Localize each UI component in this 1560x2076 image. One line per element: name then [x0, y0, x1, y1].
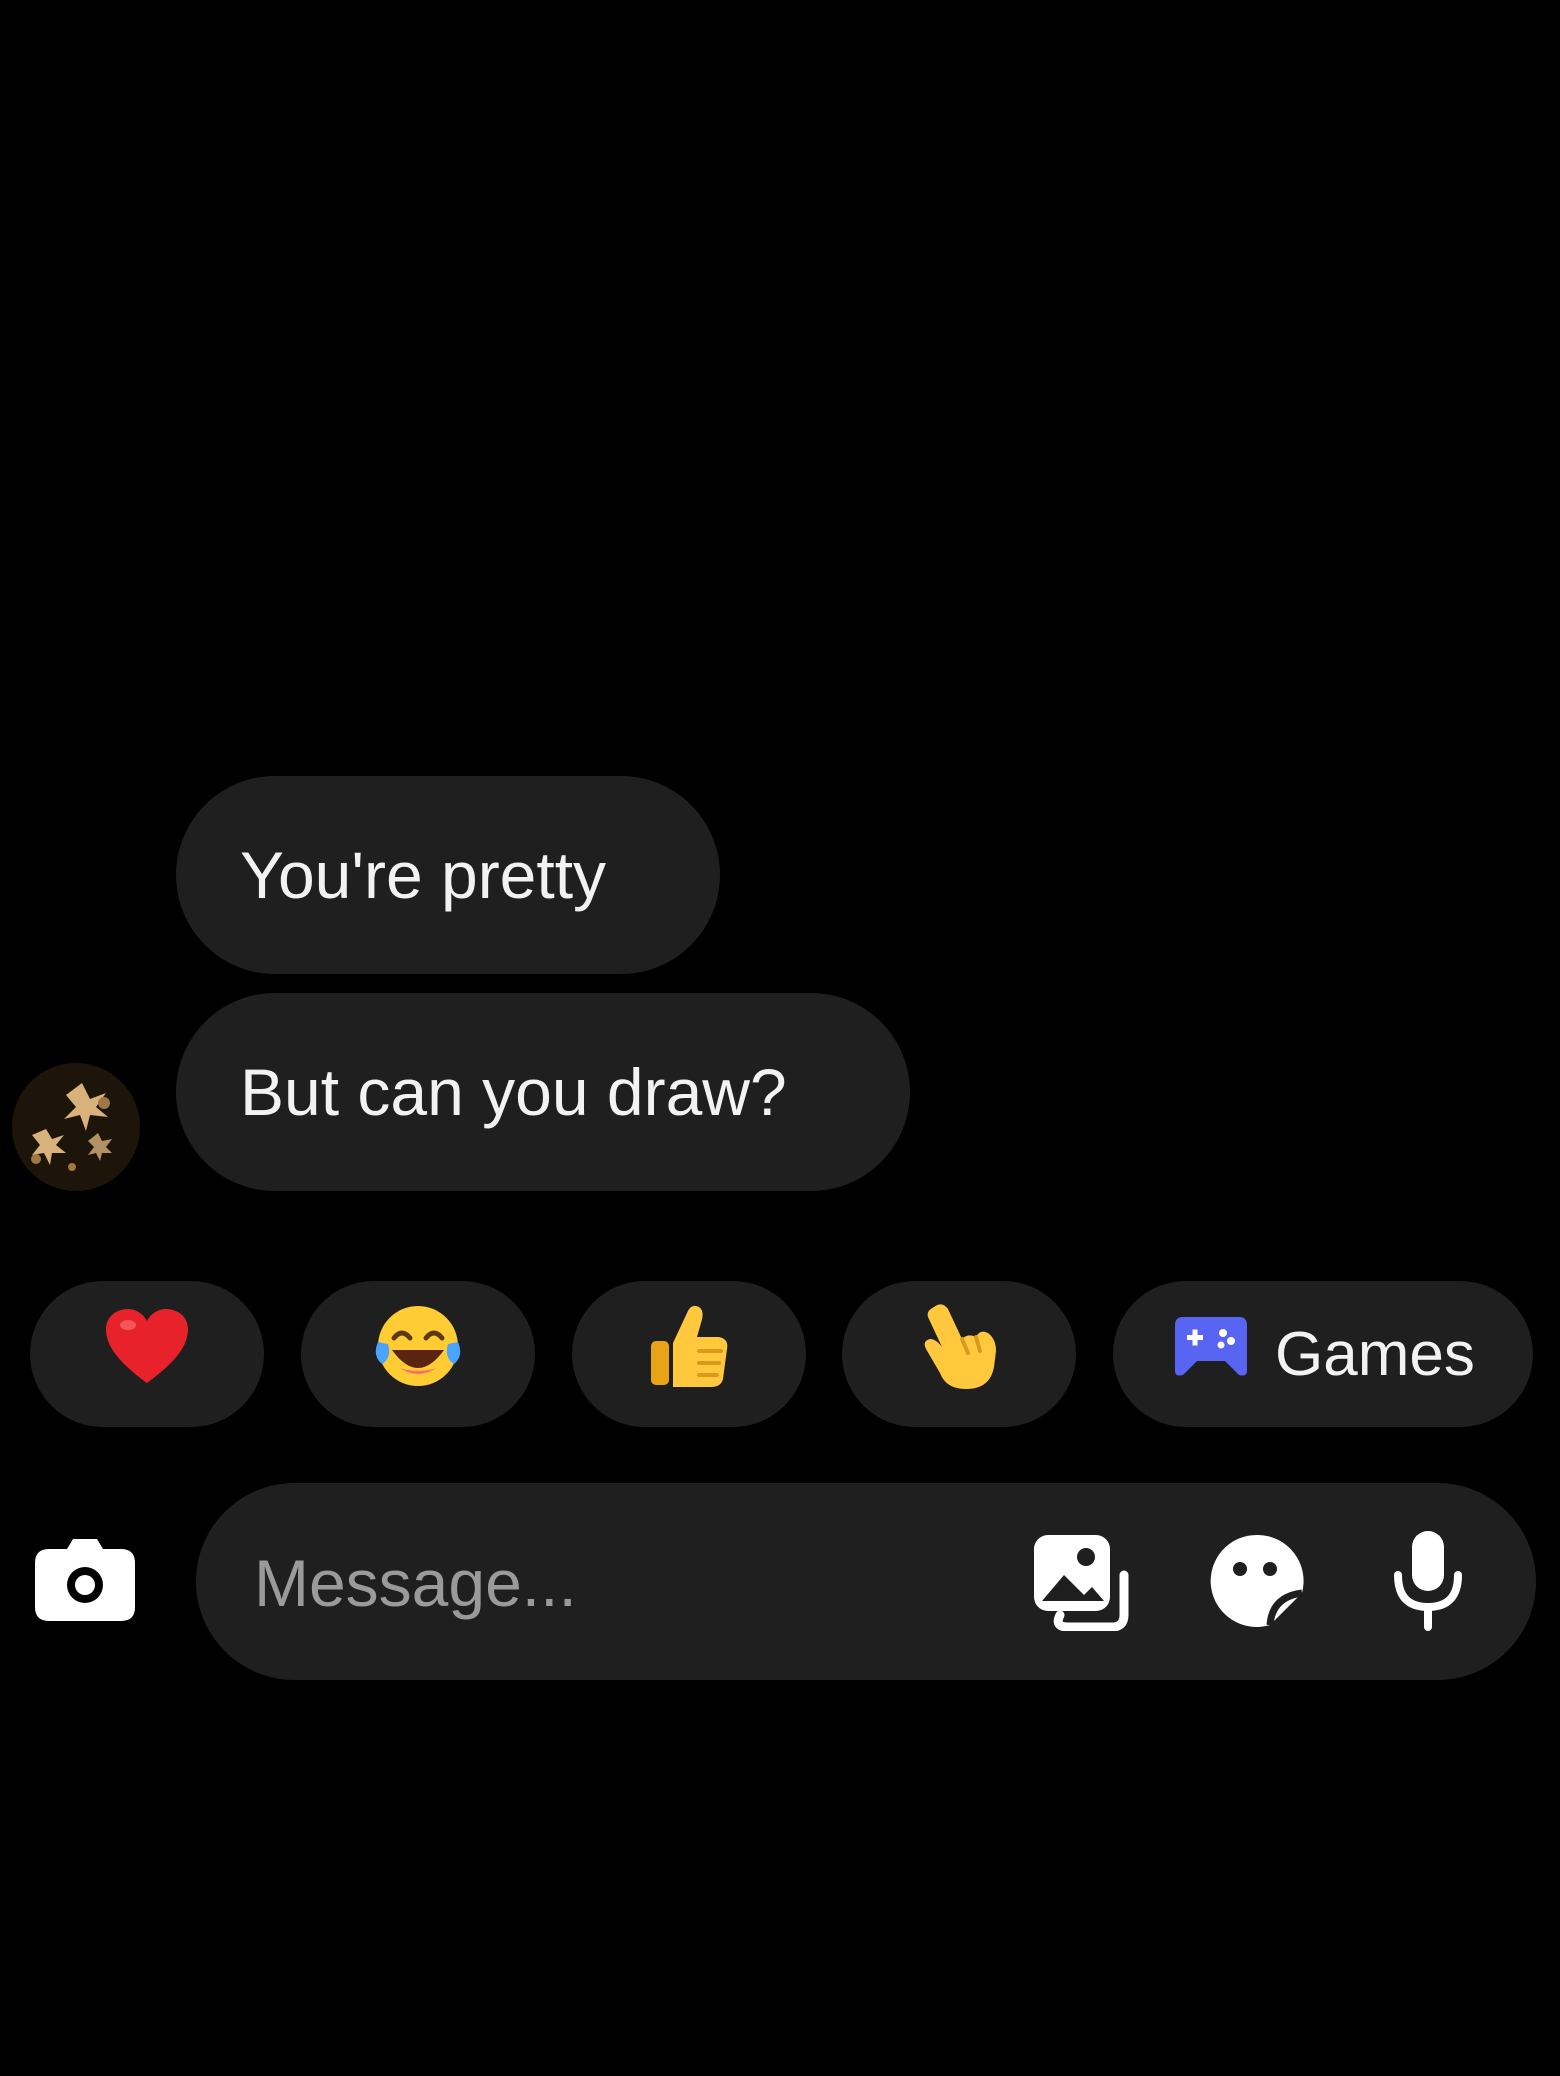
- message-text: But can you draw?: [240, 1055, 787, 1129]
- games-label: Games: [1275, 1319, 1475, 1389]
- gallery-button[interactable]: [1030, 1531, 1130, 1632]
- gallery-icon: [1034, 1535, 1129, 1632]
- sticker-icon: [1210, 1534, 1304, 1627]
- quick-reaction-pointing[interactable]: [842, 1281, 1076, 1427]
- camera-icon: [35, 1539, 135, 1621]
- avatar-image: [12, 1063, 140, 1191]
- quick-reaction-laugh[interactable]: [301, 1281, 535, 1427]
- sticker-button[interactable]: [1208, 1531, 1308, 1631]
- pointing-hand-icon: [916, 1299, 1002, 1409]
- message-input[interactable]: [252, 1523, 956, 1642]
- quick-reaction-heart[interactable]: [30, 1281, 264, 1427]
- microphone-icon: [1394, 1531, 1462, 1631]
- message-bubble[interactable]: But can you draw?: [176, 993, 910, 1191]
- thumbs-up-icon: [647, 1301, 731, 1407]
- games-button[interactable]: Games: [1113, 1281, 1533, 1427]
- gamepad-icon: [1173, 1313, 1249, 1395]
- message-text: You're pretty: [240, 838, 607, 912]
- message-bubble[interactable]: You're pretty: [176, 776, 720, 974]
- camera-button[interactable]: [33, 1535, 137, 1623]
- quick-reaction-thumbs-up[interactable]: [572, 1281, 806, 1427]
- microphone-button[interactable]: [1392, 1527, 1464, 1631]
- laughing-tears-icon: [372, 1302, 464, 1406]
- avatar[interactable]: [12, 1063, 140, 1191]
- message-composer: [196, 1483, 1536, 1680]
- heart-icon: [104, 1307, 190, 1401]
